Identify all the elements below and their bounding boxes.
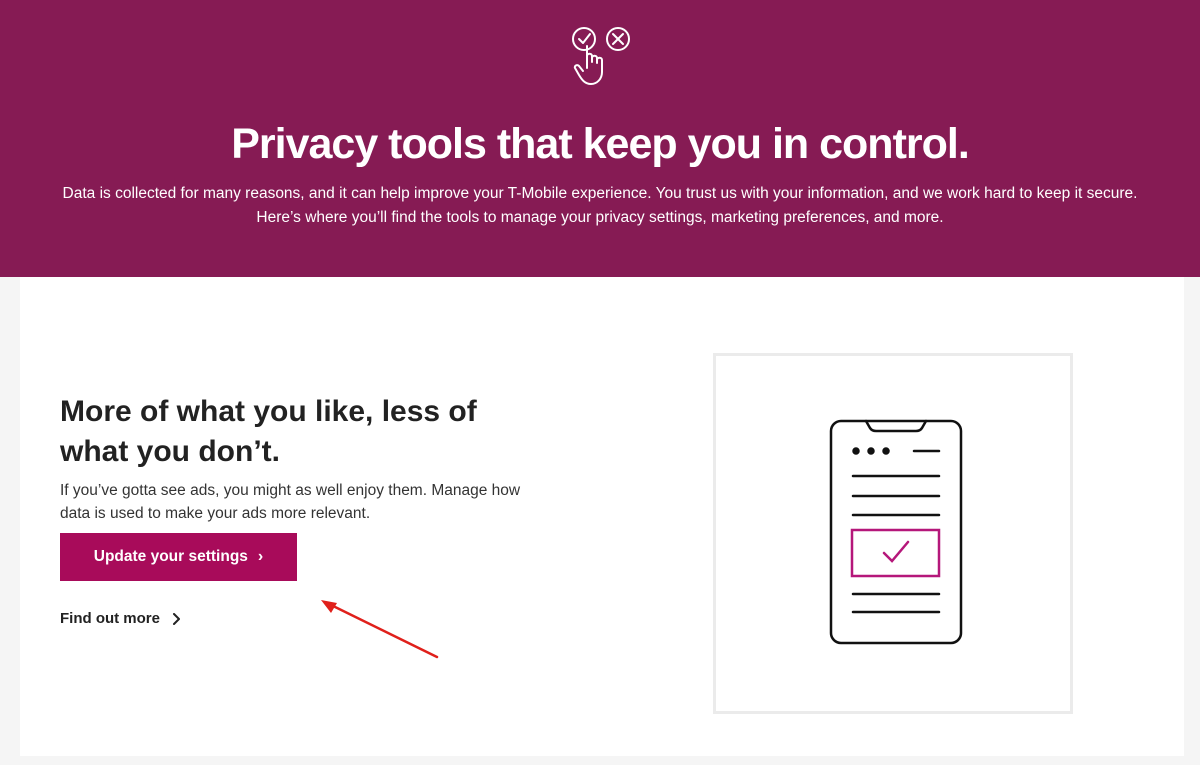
card-description: If you’ve gotta see ads, you might as we… (60, 482, 521, 522)
find-out-more-link[interactable]: Find out more (60, 610, 180, 627)
hero-description: Data is collected for many reasons, and … (62, 185, 1138, 226)
check-cross-hand-icon (572, 27, 630, 85)
privacy-hero: Privacy tools that keep you in control. … (0, 0, 1200, 277)
phone-checklist-icon (829, 419, 963, 645)
illustration-frame (713, 353, 1073, 714)
chevron-right-icon: › (257, 548, 264, 565)
update-settings-label: Update your settings (93, 548, 248, 565)
chevron-right-icon (173, 612, 180, 625)
update-settings-button[interactable]: Update your settings › (60, 533, 297, 581)
hero-title: Privacy tools that keep you in control. (231, 120, 970, 168)
card-title: More of what you like, less of what you … (60, 395, 477, 468)
annotation-arrow-icon (321, 600, 439, 659)
find-out-more-label: Find out more (60, 610, 160, 627)
